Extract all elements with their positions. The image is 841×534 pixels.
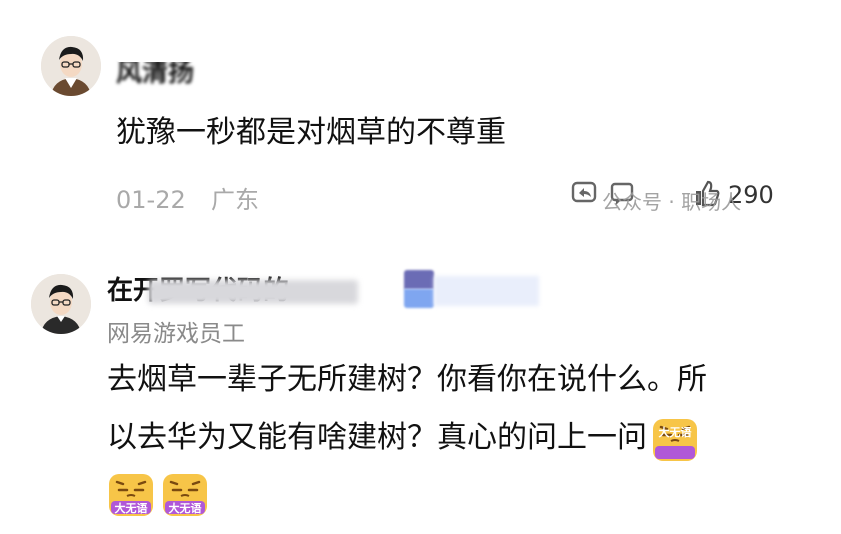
reply-icon[interactable]: [570, 178, 600, 212]
user-title: 网易游戏员工: [107, 321, 245, 347]
comment-text-line-2-text: 以去华为又能有啥建树？真心的问上一问: [107, 420, 647, 455]
comment-location: 广东: [211, 186, 260, 214]
comment-text: 犹豫一秒都是对烟草的不尊重: [116, 115, 506, 150]
comment-date: 01-22: [116, 186, 186, 214]
comment-text-line-1: 去烟草一辈子无所建树？你看你在说什么。所: [107, 362, 707, 397]
avatar[interactable]: [31, 274, 91, 334]
emoji-caption: 大无语: [658, 425, 692, 439]
comment-text-line-2: 以去华为又能有啥建树？真心的问上一问 大无语: [107, 410, 699, 466]
avatar[interactable]: [41, 36, 101, 96]
username-redaction: [116, 48, 208, 62]
speechless-emoji-icon: 大无语: [161, 470, 209, 518]
badge-redaction: [404, 270, 434, 308]
watermark: 公众号 · 职场人: [602, 190, 742, 214]
speechless-emoji-icon: 大无语: [107, 470, 155, 518]
badge-redaction-light: [434, 276, 539, 306]
username-redaction: [148, 280, 358, 304]
emoji-row: 大无语 大无语: [107, 470, 209, 518]
emoji-caption: 大无语: [168, 502, 202, 515]
comment-meta: 01-22 广东: [116, 180, 259, 215]
speechless-emoji-icon: 大无语: [651, 415, 699, 463]
emoji-caption: 大无语: [114, 502, 148, 515]
